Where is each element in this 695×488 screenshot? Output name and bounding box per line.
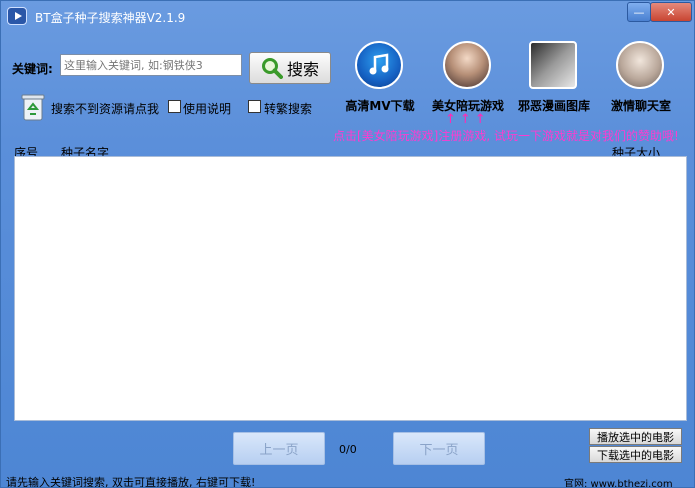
chat-avatar-image [616,41,664,89]
promo-game[interactable]: 美女陪玩游戏 [432,41,504,113]
promo-arrows: ↑↑↑ [445,112,490,127]
convert-checkbox[interactable] [248,100,261,113]
status-text: 请先输入关键词搜索, 双击可直接播放, 右键可下载! [6,476,256,488]
page-info: 0/0 [339,443,357,456]
titlebar: BT盒子种子搜索神器V2.1.9 — ✕ [1,1,694,31]
app-play-icon [7,7,27,25]
prev-page-button[interactable]: 上一页 [233,432,325,465]
search-button-label: 搜索 [286,60,319,79]
usage-label: 使用说明 [183,102,232,116]
download-selected-button[interactable]: 下载选中的电影 [589,446,682,463]
magnifier-icon [261,58,283,79]
window-title: BT盒子种子搜索神器V2.1.9 [35,11,186,25]
promo-chat[interactable]: 激情聊天室 [611,41,671,113]
promo-comic[interactable]: 邪恶漫画图库 [518,41,590,113]
official-site-link[interactable]: 官网: www.bthezi.com [564,475,673,487]
promo-label: 激情聊天室 [610,99,671,113]
main-window: BT盒子种子搜索神器V2.1.9 — ✕ 关键词: 搜索 搜索不到资源请点我 使… [0,0,695,488]
recycle-bin-icon[interactable] [21,93,45,121]
not-found-link[interactable]: 搜索不到资源请点我 [51,100,159,117]
minimize-button[interactable]: — [627,2,651,22]
convert-label: 转繁搜索 [264,102,313,116]
music-note-icon [355,41,403,89]
next-page-button[interactable]: 下一页 [393,432,485,465]
keyword-label: 关键词: [12,62,53,76]
torrent-list[interactable] [14,156,687,421]
keyword-input[interactable] [60,54,242,76]
usage-checkbox[interactable] [168,100,181,113]
promo-mv-download[interactable]: 高清MV下载 [345,41,415,113]
play-selected-button[interactable]: 播放选中的电影 [589,428,682,445]
close-button[interactable]: ✕ [650,2,692,22]
comic-image [529,41,577,89]
search-button[interactable]: 搜索 [249,52,331,84]
game-avatar-image [443,41,491,89]
promo-note: 点击[美女陪玩游戏]注册游戏, 试玩一下游戏就是对我们的赞助哦! [333,129,679,143]
